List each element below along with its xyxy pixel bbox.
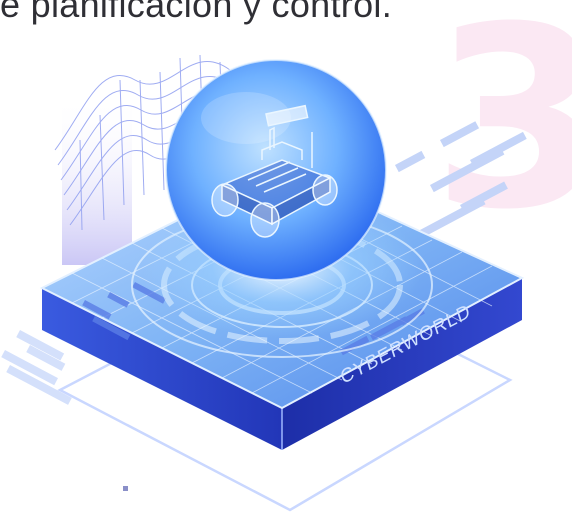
dash-decoration-right bbox=[395, 121, 527, 238]
platform-scene bbox=[1, 54, 527, 512]
marker-dot bbox=[123, 486, 128, 491]
illustration-stage: e planificación y control. 3 CYBERWORLD bbox=[0, 0, 572, 516]
dash-decoration-left bbox=[1, 330, 72, 405]
